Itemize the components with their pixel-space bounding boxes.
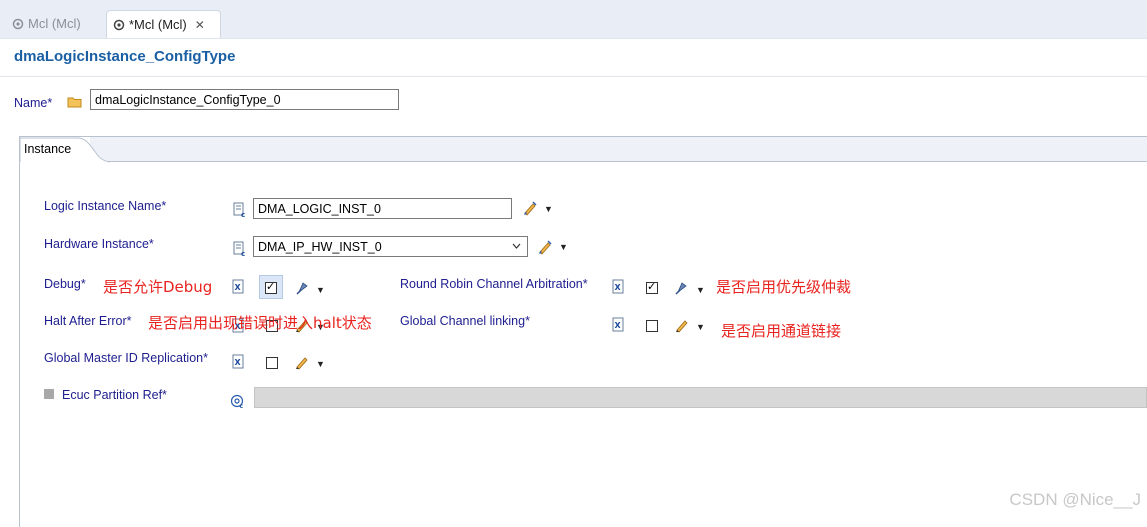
- edit-wand-icon[interactable]: [537, 239, 553, 255]
- logic-instance-name-input[interactable]: DMA_LOGIC_INST_0: [253, 198, 512, 219]
- ecuc-partition-ref-field[interactable]: [254, 387, 1147, 408]
- edit-pencil-icon[interactable]: [674, 317, 690, 333]
- global-channel-linking-checkbox[interactable]: [646, 320, 658, 332]
- debug-annotation: 是否允许Debug: [103, 278, 213, 296]
- tab-instance[interactable]: Instance: [20, 137, 110, 163]
- edit-wand-icon[interactable]: [522, 200, 538, 216]
- round-robin-label: Round Robin Channel Arbitration*: [400, 277, 588, 291]
- watermark: CSDN @Nice__J: [1009, 490, 1141, 509]
- hardware-instance-select[interactable]: DMA_IP_HW_INST_0: [253, 236, 528, 257]
- chevron-down-icon[interactable]: ▼: [696, 285, 705, 295]
- chevron-down-icon[interactable]: ▼: [696, 322, 705, 332]
- chevron-down-icon[interactable]: ▼: [316, 359, 325, 369]
- svg-text:c: c: [241, 250, 245, 257]
- svg-text:X: X: [235, 358, 242, 367]
- tab-label: Instance: [24, 142, 72, 156]
- round-robin-checkbox[interactable]: ✓: [646, 281, 658, 294]
- name-label: Name*: [14, 96, 53, 110]
- debug-checkbox[interactable]: ✓: [265, 281, 277, 294]
- module-icon: [12, 18, 24, 29]
- tab-mcl-active[interactable]: *Mcl (Mcl) ✕: [106, 10, 221, 38]
- halt-after-error-annotation: 是否启用出现错误时进入halt状态: [148, 314, 372, 332]
- chevron-down-icon: [512, 243, 521, 249]
- global-channel-linking-annotation: 是否启用通道链接: [721, 322, 842, 340]
- svg-text:X: X: [615, 283, 622, 292]
- tab-mcl[interactable]: Mcl (Mcl): [6, 10, 104, 37]
- global-master-id-label: Global Master ID Replication*: [44, 351, 208, 365]
- halt-after-error-label: Halt After Error*: [44, 314, 132, 328]
- chevron-down-icon[interactable]: ▼: [544, 204, 553, 214]
- boolean-param-icon: X: [232, 354, 244, 369]
- reference-param-icon: c: [230, 394, 244, 409]
- enum-param-icon: c: [233, 241, 245, 257]
- hardware-instance-value: DMA_IP_HW_INST_0: [258, 240, 382, 254]
- chevron-down-icon[interactable]: ▼: [316, 285, 325, 295]
- check-icon: ✓: [647, 281, 657, 293]
- logic-instance-name-label: Logic Instance Name*: [44, 199, 167, 213]
- debug-label: Debug*: [44, 277, 86, 291]
- check-icon: ✓: [266, 281, 276, 293]
- svg-text:c: c: [240, 403, 244, 409]
- tab-label: Mcl (Mcl): [28, 16, 81, 31]
- boolean-param-icon: X: [612, 279, 624, 294]
- module-icon: [113, 19, 125, 30]
- title-divider: [0, 76, 1147, 77]
- round-robin-annotation: 是否启用优先级仲裁: [716, 278, 852, 296]
- svg-text:X: X: [235, 283, 242, 292]
- reset-default-icon[interactable]: [674, 280, 690, 296]
- ecuc-partition-ref-label: Ecuc Partition Ref*: [62, 388, 167, 402]
- boolean-param-icon: X: [612, 317, 624, 332]
- collapse-square-icon[interactable]: [44, 389, 54, 399]
- chevron-down-icon[interactable]: ▼: [559, 242, 568, 252]
- global-channel-linking-label: Global Channel linking*: [400, 314, 530, 328]
- string-param-icon: c: [233, 202, 245, 218]
- close-icon[interactable]: ✕: [195, 18, 205, 32]
- name-input[interactable]: dmaLogicInstance_ConfigType_0: [90, 89, 399, 110]
- boolean-param-icon: X: [232, 279, 244, 294]
- svg-text:X: X: [615, 321, 622, 330]
- svg-text:c: c: [241, 211, 245, 218]
- instance-tab-strip: [20, 137, 1147, 162]
- edit-pencil-icon[interactable]: [294, 354, 310, 370]
- reset-default-icon[interactable]: [295, 280, 311, 296]
- folder-icon[interactable]: [67, 95, 83, 109]
- page-title: dmaLogicInstance_ConfigType: [14, 48, 236, 65]
- tab-label: *Mcl (Mcl): [129, 17, 187, 32]
- hardware-instance-label: Hardware Instance*: [44, 237, 154, 251]
- global-master-id-checkbox[interactable]: [266, 357, 278, 369]
